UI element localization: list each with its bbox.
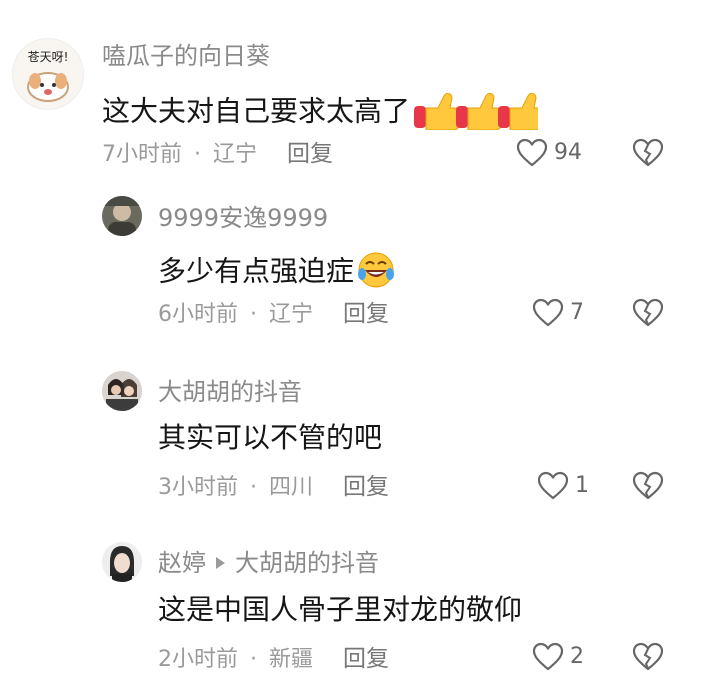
dislike-button[interactable] (632, 138, 664, 172)
like-button[interactable]: 94 (516, 138, 582, 168)
heart-outline-icon (532, 298, 564, 327)
like-count: 94 (554, 140, 582, 165)
like-count: 2 (570, 644, 584, 669)
dislike-button[interactable] (632, 471, 664, 505)
cartoon-cat-avatar-icon: 苍天呀! (13, 39, 83, 109)
username[interactable]: 9999安逸9999 (158, 206, 328, 230)
separator-dot: · (250, 647, 257, 672)
comment-meta: 6小时前 · 辽宁 回复 (158, 303, 389, 326)
comment-text: 这大夫对自己要求太高了 (102, 90, 548, 135)
comment-meta: 7小时前 · 辽宁 回复 (102, 143, 333, 166)
thumbs-up-emoji-icon (412, 90, 548, 135)
portrait-avatar-icon (102, 542, 142, 582)
reply-to-username[interactable]: 大胡胡的抖音 (235, 549, 379, 577)
reply-button[interactable]: 回复 (343, 474, 389, 500)
reply-button[interactable]: 回复 (343, 646, 389, 672)
separator-dot: · (250, 302, 257, 327)
timestamp: 3小时前 (158, 475, 238, 500)
broken-heart-icon (632, 298, 664, 327)
reply-item: 9999安逸9999 多少有点强迫症 6小时前 · 辽宁 回复 7 (0, 190, 701, 360)
avatar[interactable]: 苍天呀! (12, 38, 84, 110)
timestamp: 7小时前 (102, 142, 182, 167)
comment-text-content: 多少有点强迫症 (158, 254, 355, 288)
reply-item: 大胡胡的抖音 其实可以不管的吧 3小时前 · 四川 回复 1 (0, 360, 701, 530)
photo-avatar-icon (102, 196, 142, 236)
like-button[interactable]: 7 (532, 298, 584, 328)
location: 辽宁 (269, 302, 314, 327)
avatar[interactable] (102, 371, 142, 411)
broken-heart-icon (632, 642, 664, 671)
comment-item: 苍天呀! 嗑瓜子的向日葵 这大夫对自己要求太高了 7小时前 · 辽宁 回复 94 (0, 0, 701, 190)
comment-text: 其实可以不管的吧 (158, 424, 382, 452)
heart-outline-icon (532, 642, 564, 671)
reply-item: 赵婷 大胡胡的抖音 这是中国人骨子里对龙的敬仰 2小时前 · 新疆 回复 2 (0, 530, 701, 671)
location: 四川 (269, 475, 314, 500)
broken-heart-icon (632, 471, 664, 500)
username[interactable]: 嗑瓜子的向日葵 (102, 44, 270, 68)
location: 新疆 (269, 647, 314, 672)
dislike-button[interactable] (632, 642, 664, 676)
separator-dot: · (194, 142, 201, 167)
username[interactable]: 大胡胡的抖音 (158, 380, 302, 404)
reply-button[interactable]: 回复 (287, 141, 333, 167)
broken-heart-icon (632, 138, 664, 167)
avatar-caption: 苍天呀! (28, 50, 69, 64)
like-count: 1 (575, 473, 589, 498)
dislike-button[interactable] (632, 298, 664, 332)
reply-button[interactable]: 回复 (343, 301, 389, 327)
avatar[interactable] (102, 542, 142, 582)
couple-photo-avatar-icon (102, 371, 142, 411)
like-button[interactable]: 1 (537, 471, 589, 501)
like-count: 7 (570, 300, 584, 325)
comment-text: 多少有点强迫症 (158, 250, 396, 295)
heart-outline-icon (537, 471, 569, 500)
comment-text-content: 这大夫对自己要求太高了 (102, 94, 411, 128)
comment-text: 这是中国人骨子里对龙的敬仰 (158, 596, 522, 624)
comment-text-content: 其实可以不管的吧 (158, 421, 383, 454)
comment-meta: 2小时前 · 新疆 回复 (158, 648, 389, 671)
avatar[interactable] (102, 196, 142, 236)
timestamp: 2小时前 (158, 647, 238, 672)
triangle-right-icon (216, 556, 225, 569)
comment-text-content: 这是中国人骨子里对龙的敬仰 (158, 593, 523, 626)
location: 辽宁 (213, 142, 258, 167)
username[interactable]: 赵婷 (158, 549, 206, 577)
laughing-tears-emoji-icon (356, 250, 396, 295)
timestamp: 6小时前 (158, 302, 238, 327)
username-row: 赵婷 大胡胡的抖音 (158, 551, 379, 575)
comment-meta: 3小时前 · 四川 回复 (158, 476, 389, 499)
separator-dot: · (250, 475, 257, 500)
like-button[interactable]: 2 (532, 642, 584, 672)
heart-outline-icon (516, 138, 548, 167)
